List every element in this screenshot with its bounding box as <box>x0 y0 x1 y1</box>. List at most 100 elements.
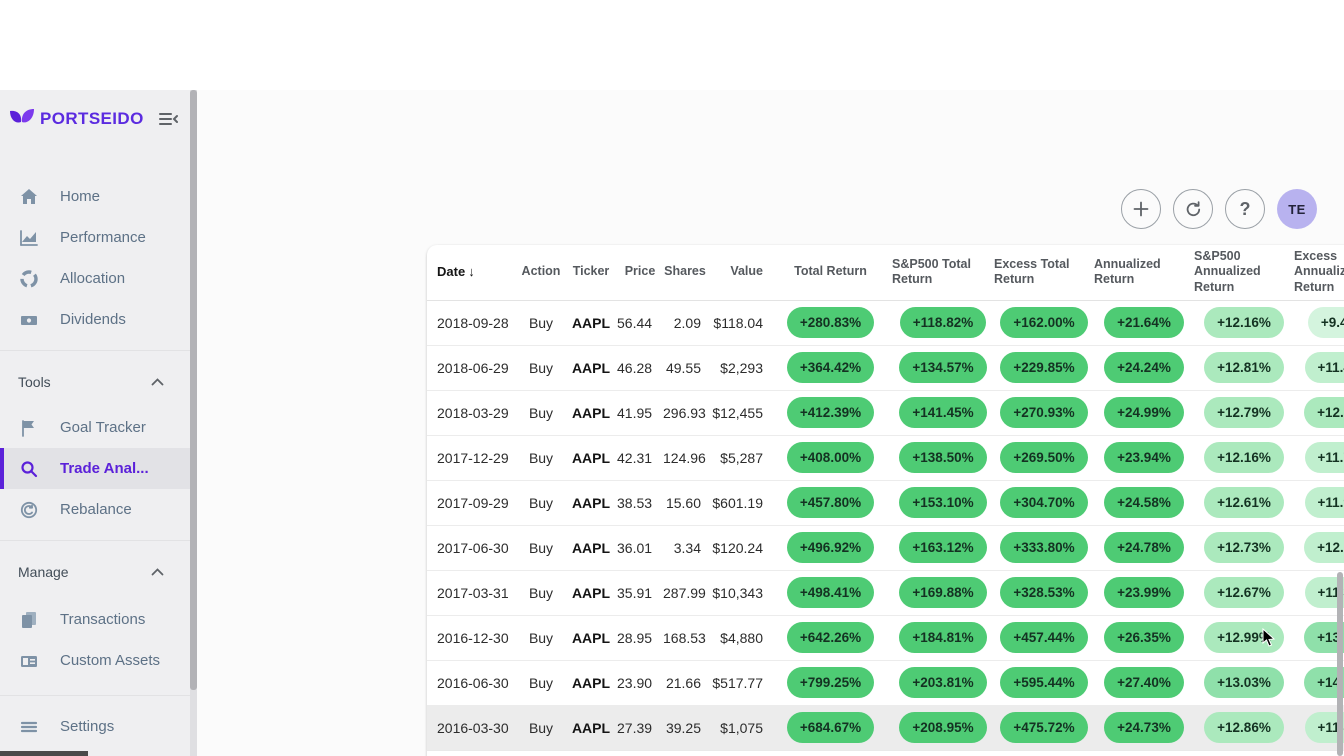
sidebar-item-performance[interactable]: Performance <box>0 217 190 258</box>
column-header-total_return[interactable]: Total Return <box>769 245 892 300</box>
banknote-icon <box>18 310 40 330</box>
brand-name: PORTSEIDO <box>40 109 144 129</box>
cell-sp500_annualized_return: +12.99% <box>1194 615 1294 660</box>
cell-sp500_total_return: +184.81% <box>892 615 994 660</box>
column-header-value[interactable]: Value <box>707 245 769 300</box>
table-row[interactable]: 2017-03-31BuyAAPL35.91287.99$10,343+498.… <box>427 570 1344 615</box>
cell-annualized_return: +24.73% <box>1094 705 1194 750</box>
cell-annualized_return: +21.64% <box>1094 300 1194 345</box>
sidebar-item-dividends[interactable]: Dividends <box>0 299 190 340</box>
cell-excess_total_return: +333.80% <box>994 525 1094 570</box>
column-header-excess_total_return[interactable]: Excess Total Return <box>994 245 1094 300</box>
table-row[interactable]: 2016-12-30BuyAAPL28.95168.53$4,880+642.2… <box>427 615 1344 660</box>
cell-ticker: AAPL <box>565 525 617 570</box>
cell-ticker: AAPL <box>565 390 617 435</box>
cell-value: $2,293 <box>707 345 769 390</box>
cell-excess_annualized_return: +11.78% <box>1294 435 1344 480</box>
return-pill: +23.99% <box>1104 577 1184 608</box>
table-row[interactable]: 2016-06-30BuyAAPL23.9021.66$517.77+799.2… <box>427 660 1344 705</box>
cell-total_return: +498.41% <box>769 570 892 615</box>
sidebar-bottom-strip <box>0 751 88 756</box>
column-header-sp500_annualized_return[interactable]: S&P500 Annualized Return <box>1194 245 1294 300</box>
column-header-label: Excess Annualized Return <box>1294 249 1344 296</box>
chevron-up-icon <box>151 378 164 386</box>
cell-date: 2016-03-30 <box>427 705 517 750</box>
table-row[interactable]: 2017-09-29BuyAAPL38.5315.60$601.19+457.8… <box>427 480 1344 525</box>
sidebar-collapse-button[interactable] <box>156 109 180 129</box>
cell-excess_total_return: +595.44% <box>994 660 1094 705</box>
sidebar-item-goal-tracker[interactable]: Goal Tracker <box>0 407 190 448</box>
table-row[interactable]: 2018-09-28BuyAAPL56.442.09$118.04+280.83… <box>427 300 1344 345</box>
column-header-action[interactable]: Action <box>517 245 565 300</box>
cell-shares: 124.96 <box>663 435 707 480</box>
cell-excess_annualized_return: +11.97% <box>1294 480 1344 525</box>
column-header-date[interactable]: Date↓ <box>427 245 517 300</box>
cell-sp500_annualized_return: +12.81% <box>1194 345 1294 390</box>
column-header-shares[interactable]: Shares <box>663 245 707 300</box>
column-header-label: Annualized Return <box>1094 257 1194 288</box>
table-header-row: Date↓ActionTickerPriceShares Value Total R… <box>427 245 1344 300</box>
return-pill: +408.00% <box>787 442 874 473</box>
table-row[interactable]: 2016-03-30BuyAAPL27.3939.25$1,075+684.67… <box>427 705 1344 750</box>
cell-excess_annualized_return: +9.49% <box>1294 300 1344 345</box>
cell-ticker: AAPL <box>565 480 617 525</box>
column-header-label: Value <box>730 264 763 280</box>
avatar[interactable]: TE <box>1277 189 1317 229</box>
table-row[interactable]: 2018-06-29BuyAAPL46.2849.55$2,293+364.42… <box>427 345 1344 390</box>
column-header-annualized_return[interactable]: Annualized Return <box>1094 245 1194 300</box>
cell-total_return: +412.39% <box>769 390 892 435</box>
return-pill: +280.83% <box>787 307 874 338</box>
sidebar-item-transactions[interactable]: Transactions <box>0 599 190 640</box>
sidebar-item-home[interactable]: Home <box>0 176 190 217</box>
cell-excess_total_return: +229.85% <box>994 345 1094 390</box>
cell-price: 28.95 <box>617 615 663 660</box>
cell-action: Buy <box>517 390 565 435</box>
sidebar-item-label: Home <box>60 188 100 205</box>
table-row[interactable]: 2018-03-29BuyAAPL41.95296.93$12,455+412.… <box>427 390 1344 435</box>
column-header-ticker[interactable]: Ticker <box>565 245 617 300</box>
refresh-button[interactable] <box>1173 189 1213 229</box>
return-pill: +9.49% <box>1308 307 1344 338</box>
sidebar-item-custom-assets[interactable]: Custom Assets <box>0 640 190 681</box>
sidebar-item-trade-analysis[interactable]: Trade Anal... <box>0 448 190 489</box>
return-pill: +24.73% <box>1104 712 1184 743</box>
cell-value: $4,880 <box>707 615 769 660</box>
column-header-sp500_total_return[interactable]: S&P500 Total Return <box>892 245 994 300</box>
return-pill: +24.78% <box>1104 532 1184 563</box>
return-pill: +12.79% <box>1204 397 1284 428</box>
sidebar-item-allocation[interactable]: Allocation <box>0 258 190 299</box>
return-pill: +12.99% <box>1204 622 1284 653</box>
sidebar-scrollbar[interactable] <box>190 90 197 756</box>
trade-analysis-table-card: Date↓ActionTickerPriceShares Value Total R… <box>427 245 1344 756</box>
cell-total_return: +364.42% <box>769 345 892 390</box>
return-pill: +328.53% <box>1000 577 1087 608</box>
column-header-excess_annualized_return[interactable]: Excess Annualized Return <box>1294 245 1344 300</box>
brand-logo[interactable]: PORTSEIDO <box>8 107 144 131</box>
return-pill: +169.88% <box>899 577 986 608</box>
help-button[interactable]: ? <box>1225 189 1265 229</box>
column-header-label: Shares <box>664 264 706 280</box>
page-scrollbar-thumb[interactable] <box>1337 572 1343 756</box>
flag-icon <box>18 418 40 438</box>
line-chart-icon <box>18 228 40 248</box>
table-row[interactable]: 2017-06-30BuyAAPL36.013.34$120.24+496.92… <box>427 525 1344 570</box>
return-pill: +13.03% <box>1204 667 1284 698</box>
table-row[interactable]: 2017-12-29BuyAAPL42.31124.96$5,287+408.0… <box>427 435 1344 480</box>
return-pill: +12.73% <box>1204 532 1284 563</box>
sidebar-section-tools[interactable]: Tools <box>0 367 190 397</box>
sidebar-item-rebalance[interactable]: Rebalance <box>0 489 190 530</box>
cell-total_return: +799.25% <box>769 660 892 705</box>
sidebar-nav-bottom: Settings <box>0 706 190 747</box>
cell-annualized_return: +27.40% <box>1094 660 1194 705</box>
add-button[interactable] <box>1121 189 1161 229</box>
sidebar-scrollbar-thumb[interactable] <box>190 90 197 690</box>
sidebar-section-manage[interactable]: Manage <box>0 557 190 587</box>
return-pill: +269.50% <box>1000 442 1087 473</box>
cell-sp500_total_return: +153.10% <box>892 480 994 525</box>
sort-desc-icon: ↓ <box>468 264 475 279</box>
sidebar-item-settings[interactable]: Settings <box>0 706 190 747</box>
return-pill: +498.41% <box>787 577 874 608</box>
table-pagination: Rows per page: 50 ▾ 1-23 of 23 ‹ › <box>427 750 1344 756</box>
column-header-price[interactable]: Price <box>617 245 663 300</box>
cell-total_return: +408.00% <box>769 435 892 480</box>
